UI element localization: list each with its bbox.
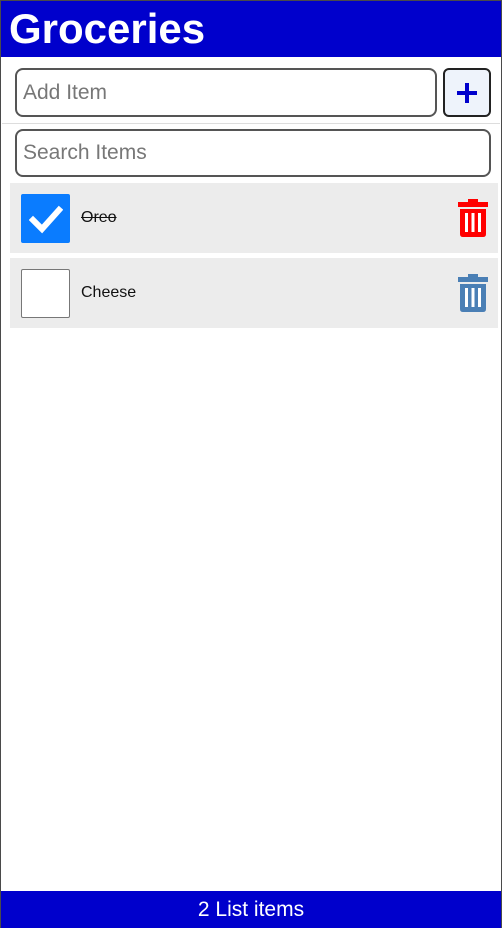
- add-item-button[interactable]: [443, 68, 491, 117]
- trash-icon: [458, 199, 488, 237]
- delete-item-button[interactable]: [456, 273, 490, 313]
- item-count: 2 List items: [197, 897, 305, 921]
- item-label: Cheese: [81, 284, 137, 301]
- trash-icon: [458, 274, 488, 312]
- delete-item-button[interactable]: [456, 198, 490, 238]
- page-title: Groceries: [9, 5, 206, 52]
- item-label: Oreo: [81, 209, 117, 226]
- add-item-input[interactable]: [15, 68, 437, 117]
- item-checkbox[interactable]: [21, 194, 70, 243]
- list-item: Cheese: [10, 258, 498, 328]
- app-header: Groceries: [1, 1, 501, 57]
- grocery-app: Groceries Oreo: [0, 0, 502, 928]
- plus-icon: [457, 82, 477, 103]
- divider: [2, 123, 500, 124]
- list-item: Oreo: [10, 183, 498, 253]
- app-footer: 2 List items: [1, 891, 501, 928]
- grocery-list: Oreo Cheese: [10, 183, 498, 333]
- checkmark-icon: [28, 205, 63, 233]
- item-checkbox[interactable]: [21, 269, 70, 318]
- search-input[interactable]: [15, 129, 491, 177]
- add-item-form: [15, 68, 491, 118]
